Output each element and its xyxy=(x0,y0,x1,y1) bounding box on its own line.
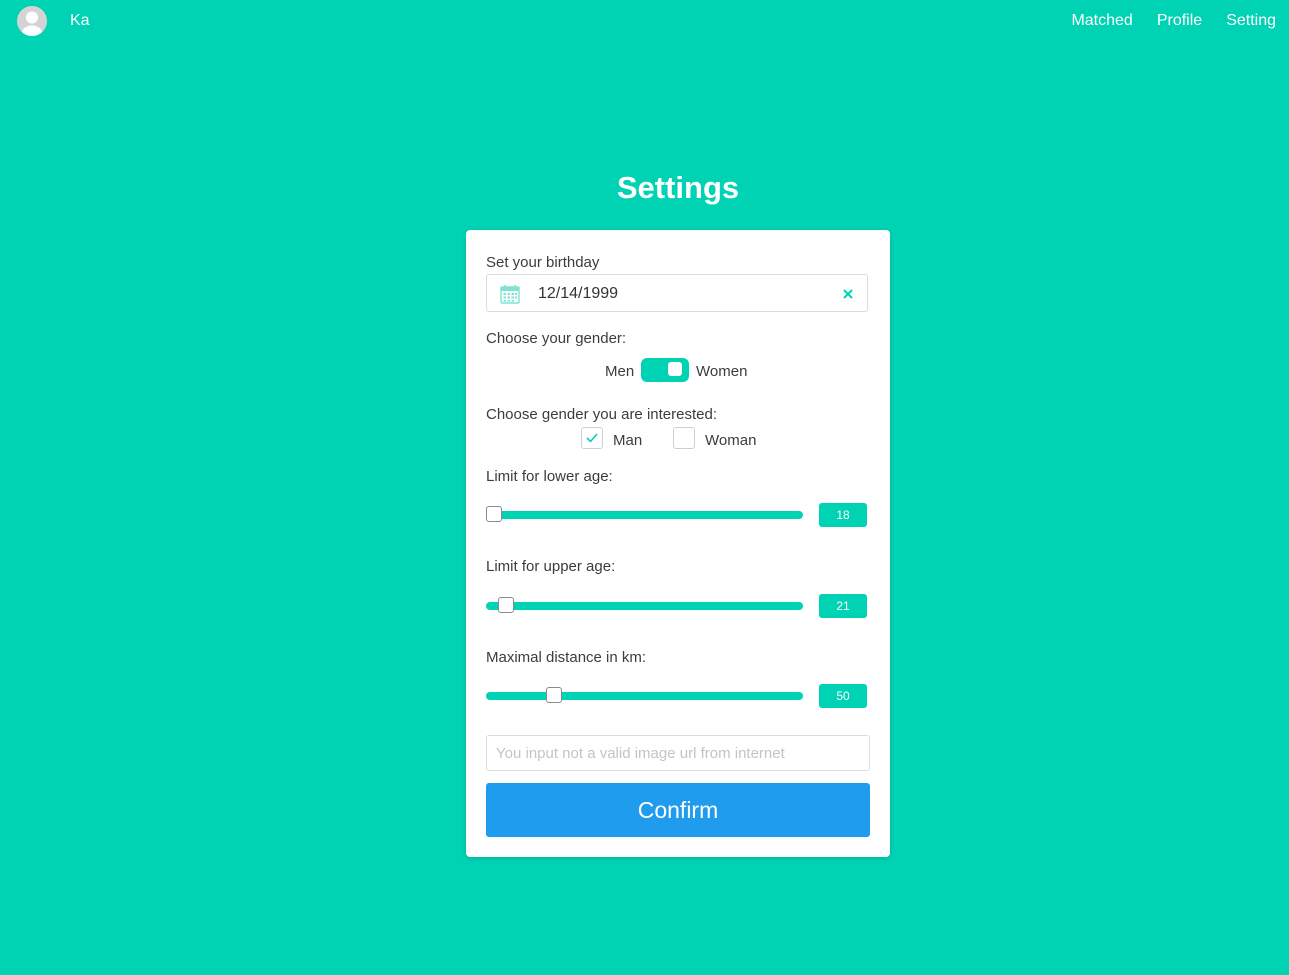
gender-women-label: Women xyxy=(696,363,748,380)
settings-card: Set your birthday 12/14/1999 Choose your… xyxy=(466,230,890,857)
gender-label: Choose your gender: xyxy=(486,330,627,347)
gender-switch-row: Men Women xyxy=(466,358,890,384)
interest-woman-checkbox[interactable] xyxy=(673,427,695,449)
gender-toggle[interactable] xyxy=(641,358,689,382)
gender-men-label: Men xyxy=(605,363,635,380)
upper-age-label: Limit for upper age: xyxy=(486,558,616,575)
upper-age-slider[interactable] xyxy=(486,597,803,613)
upper-age-value: 21 xyxy=(819,594,867,618)
close-icon[interactable] xyxy=(841,287,855,301)
nav-matched-link[interactable]: Matched xyxy=(1071,12,1132,30)
interest-label: Choose gender you are interested: xyxy=(486,406,717,423)
max-distance-slider[interactable] xyxy=(486,687,803,703)
user-avatar-icon[interactable] xyxy=(17,6,47,36)
interest-man-checkbox[interactable] xyxy=(581,427,603,449)
toggle-knob xyxy=(668,362,682,376)
max-distance-value: 50 xyxy=(819,684,867,708)
top-navbar: Ka Matched Profile Setting xyxy=(0,0,1289,44)
image-url-input[interactable] xyxy=(486,735,870,771)
upper-age-slider-thumb[interactable] xyxy=(498,597,515,613)
nav-profile-link[interactable]: Profile xyxy=(1157,12,1202,30)
max-distance-label: Maximal distance in km: xyxy=(486,649,647,666)
top-nav: Matched Profile Setting xyxy=(1071,12,1276,30)
nav-setting-link[interactable]: Setting xyxy=(1226,12,1276,30)
check-icon xyxy=(586,433,598,443)
confirm-button[interactable]: Confirm xyxy=(486,783,870,837)
lower-age-label: Limit for lower age: xyxy=(486,468,613,485)
birthday-value: 12/14/1999 xyxy=(538,285,619,302)
birthday-label: Set your birthday xyxy=(486,254,600,271)
interest-man-label: Man xyxy=(613,432,643,449)
calendar-icon xyxy=(500,284,520,304)
birthday-date-picker[interactable]: 12/14/1999 xyxy=(486,274,868,312)
page-title: Settings xyxy=(616,170,740,205)
max-distance-slider-thumb[interactable] xyxy=(546,687,563,703)
lower-age-value: 18 xyxy=(819,503,867,527)
interest-woman-label: Woman xyxy=(705,432,757,449)
lower-age-slider[interactable] xyxy=(486,506,803,522)
lower-age-slider-thumb[interactable] xyxy=(486,506,502,522)
username: Ka xyxy=(70,12,90,29)
